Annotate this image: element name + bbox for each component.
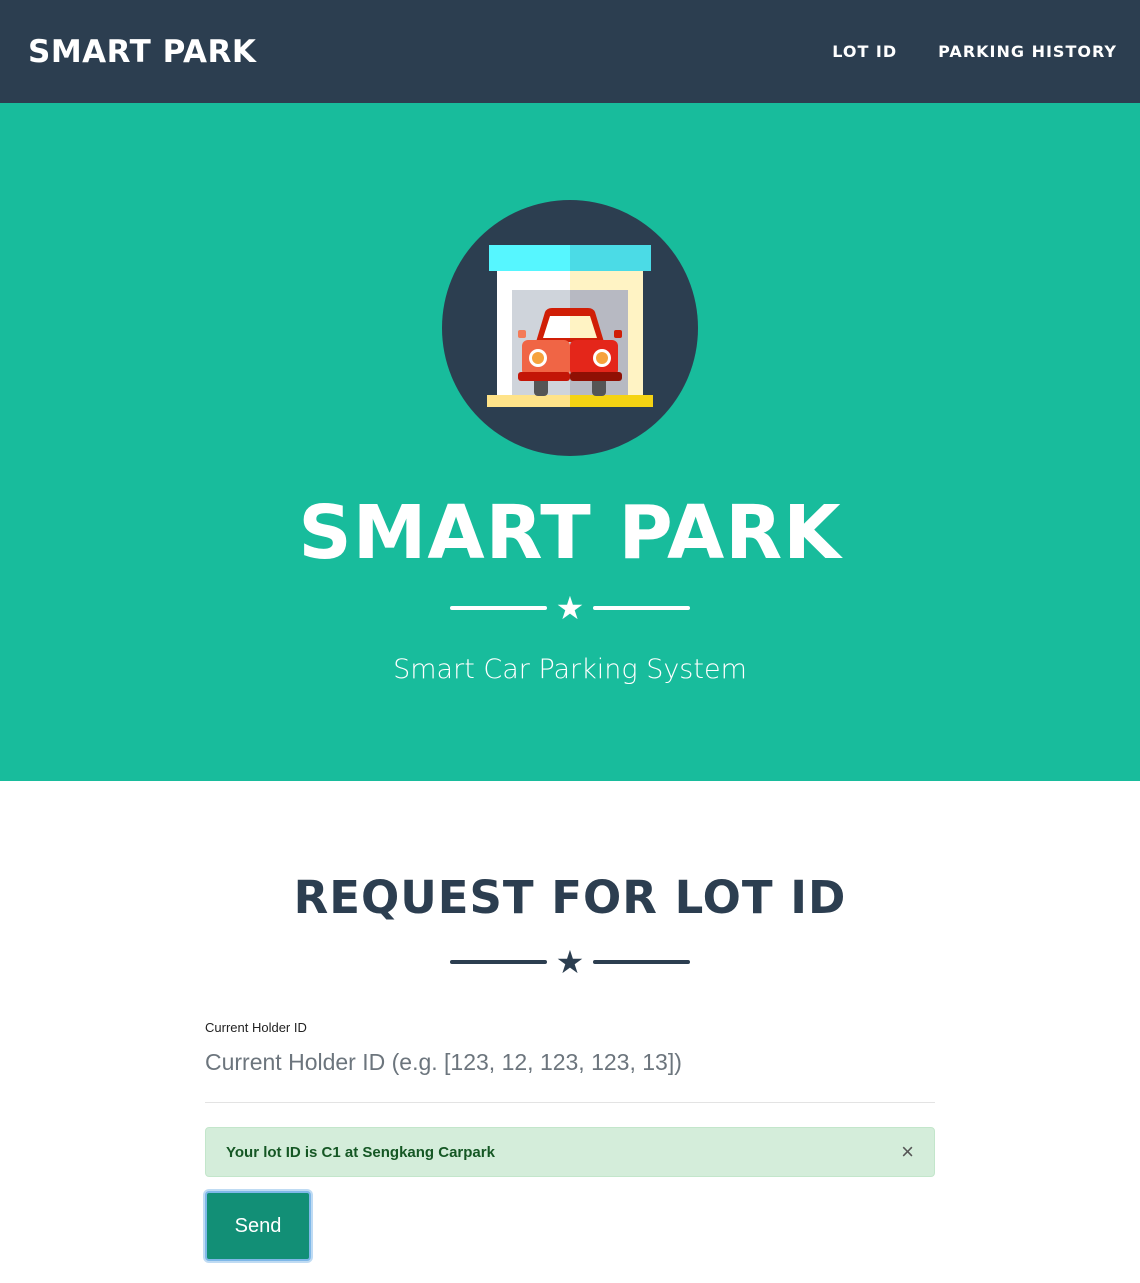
divider-line [450, 960, 547, 964]
star-icon: ★ [555, 944, 585, 980]
divider-line [593, 960, 690, 964]
lot-id-form: Current Holder ID Your lot ID is C1 at S… [205, 1020, 935, 1261]
holder-id-input[interactable] [205, 1035, 935, 1103]
section-divider: ★ [450, 946, 690, 978]
navbar: SMART PARK LOT ID PARKING HISTORY [0, 0, 1140, 103]
brand-link[interactable]: SMART PARK [28, 34, 256, 70]
section-title: REQUEST FOR LOT ID [293, 871, 847, 924]
divider-line [593, 606, 690, 610]
success-alert: Your lot ID is C1 at Sengkang Carpark × [205, 1127, 935, 1177]
star-icon: ★ [555, 590, 585, 626]
hero-subtitle: Smart Car Parking System [393, 654, 747, 685]
hero-title: SMART PARK [298, 490, 842, 576]
alert-message: Your lot ID is C1 at Sengkang Carpark [226, 1143, 495, 1161]
request-section: REQUEST FOR LOT ID ★ Current Holder ID Y… [0, 781, 1140, 1261]
holder-id-label: Current Holder ID [205, 1020, 307, 1035]
hero: SMART PARK ★ Smart Car Parking System [0, 103, 1140, 781]
close-icon[interactable]: × [901, 1141, 914, 1163]
nav-links: LOT ID PARKING HISTORY [832, 42, 1117, 61]
hero-divider: ★ [450, 592, 690, 624]
car-garage-icon [442, 200, 698, 456]
nav-link-parking-history[interactable]: PARKING HISTORY [938, 42, 1117, 61]
send-button[interactable]: Send [205, 1191, 311, 1261]
divider-line [450, 606, 547, 610]
nav-link-lot-id[interactable]: LOT ID [832, 42, 897, 61]
